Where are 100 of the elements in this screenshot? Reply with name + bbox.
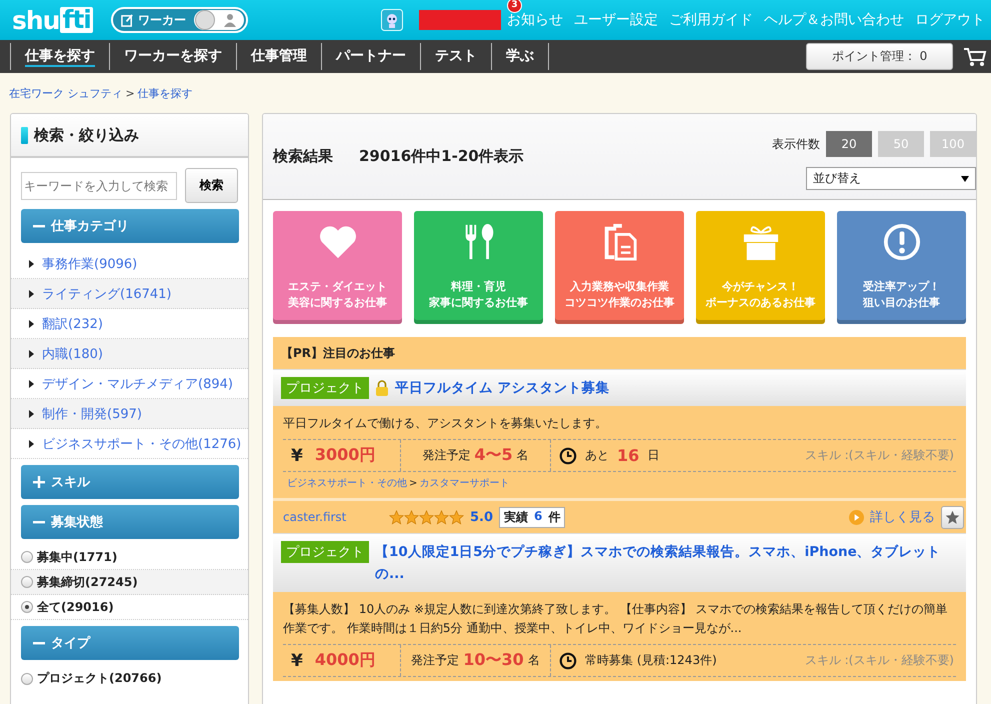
category-link[interactable]: ビジネスサポート・その他	[287, 476, 407, 490]
filter-section-header[interactable]: 募集状態	[21, 505, 239, 539]
nav-tab[interactable]: 仕事管理	[236, 43, 321, 70]
nav-tab[interactable]: 学ぶ	[491, 43, 549, 70]
edit-icon	[120, 14, 134, 26]
header-link[interactable]: ユーザー設定	[574, 11, 658, 29]
filter-section-header[interactable]: スキル	[21, 465, 239, 499]
filter-section-header[interactable]: 仕事カテゴリ	[21, 209, 239, 243]
toggle-knob[interactable]	[194, 10, 215, 30]
caret-icon	[961, 176, 969, 182]
category-link[interactable]: 事務作業(9096)	[42, 254, 138, 272]
header-link[interactable]: ご利用ガイド	[669, 11, 753, 29]
radio-label: 全て(29016)	[37, 598, 114, 616]
favorite-button[interactable]	[941, 506, 964, 528]
accent-bar-icon	[21, 126, 28, 144]
category-link[interactable]: ビジネスサポート・その他(1276)	[42, 434, 242, 452]
header-link[interactable]: お知らせ	[507, 11, 563, 29]
exclamation-icon	[882, 223, 920, 261]
tile-label: 今がチャンス！	[722, 279, 799, 295]
breadcrumb-link[interactable]: 在宅ワーク シュフティ	[9, 86, 122, 100]
order-label: 発注予定	[411, 652, 460, 669]
tile-label: コツコツ作業のお仕事	[564, 295, 674, 311]
deadline-suffix: 日	[647, 447, 660, 464]
nav-tab[interactable]: ワーカーを探す	[109, 43, 236, 70]
radio-button[interactable]	[21, 551, 33, 563]
star-icon	[945, 510, 960, 524]
rating-value: 5.0	[470, 510, 494, 524]
expand-toggle-icon	[33, 476, 45, 488]
nav-tab[interactable]: パートナー	[321, 43, 420, 70]
triangle-icon	[29, 290, 34, 298]
breadcrumb-separator: >	[126, 86, 135, 100]
cart-icon[interactable]	[963, 46, 987, 66]
job-title-link[interactable]: 【10人限定1日5分でプチ稼ぎ】スマホでの検索結果報告。スマホ、iPhone、タブレットの...	[375, 541, 958, 585]
play-icon	[849, 510, 864, 524]
category-link[interactable]: 翻訳(232)	[42, 314, 103, 332]
tile-label: ボーナスのあるお仕事	[706, 295, 816, 311]
per-page-button[interactable]: 20	[826, 131, 872, 157]
triangle-icon	[29, 380, 34, 388]
tile-label: 入力業務や収集作業	[570, 279, 669, 295]
robot-avatar-icon[interactable]	[381, 9, 403, 31]
category-tile[interactable]: 入力業務や収集作業 コツコツ作業のお仕事	[555, 211, 684, 324]
nav-tab[interactable]: 仕事を探す	[10, 43, 109, 70]
keyword-field[interactable]: キーワードを入力して検索	[21, 172, 177, 200]
currency-sign: ¥	[291, 446, 303, 466]
skill-text: スキル :(スキル・経験不要)	[804, 447, 955, 464]
clock-icon	[559, 446, 577, 464]
triangle-icon	[29, 260, 34, 268]
person-icon	[224, 13, 236, 27]
radio-button[interactable]	[21, 576, 33, 588]
breadcrumb-link[interactable]: 仕事を探す	[138, 86, 193, 100]
radio-button[interactable]	[21, 601, 33, 613]
triangle-icon	[29, 440, 34, 448]
tile-label: 家事に関するお仕事	[429, 295, 528, 311]
skill-text: スキル :(スキル・経験不要)	[804, 652, 955, 669]
per-page-label: 表示件数	[772, 136, 820, 152]
logo[interactable]: shufti	[12, 6, 93, 34]
header-link[interactable]: ヘルプ＆お問い合わせ	[764, 11, 904, 29]
search-button[interactable]: 検索	[185, 168, 238, 203]
currency-sign: ¥	[291, 650, 303, 670]
sort-dropdown[interactable]: 並び替え	[806, 167, 976, 190]
order-unit: 名	[516, 447, 529, 464]
mode-toggle[interactable]: ワーカー	[110, 7, 248, 33]
job-type-badge: プロジェクト	[281, 377, 369, 399]
star-icon	[449, 510, 464, 524]
details-link[interactable]: 詳しく見る	[870, 508, 935, 526]
tile-label: 料理・育児	[451, 279, 506, 295]
tile-label: 美容に関するお仕事	[288, 295, 387, 311]
filter-section-header[interactable]: タイプ	[21, 626, 239, 660]
job-title-link[interactable]: 平日フルタイム アシスタント募集	[395, 377, 610, 399]
category-link[interactable]: デザイン・マルチメディア(894)	[42, 374, 233, 392]
header-link[interactable]: ログアウト	[915, 11, 985, 29]
category-tile[interactable]: エステ・ダイエット 美容に関するお仕事	[273, 211, 402, 324]
record-badge: 実績 6 件	[499, 506, 566, 528]
category-tile[interactable]: 料理・育児 家事に関するお仕事	[414, 211, 543, 324]
tile-label: エステ・ダイエット	[288, 279, 387, 295]
triangle-icon	[29, 410, 34, 418]
job-type-badge: プロジェクト	[281, 541, 369, 563]
star-icon	[404, 510, 419, 524]
pr-heading: 【PR】注目のお仕事	[280, 345, 396, 362]
deadline-text: 常時募集 (見積:1243件)	[585, 652, 717, 669]
star-icon	[419, 510, 434, 524]
radio-label: 募集締切(27245)	[37, 574, 138, 590]
radio-button[interactable]	[21, 672, 33, 684]
category-tile[interactable]: 受注率アップ！ 狙い目のお仕事	[837, 211, 966, 324]
triangle-icon	[29, 320, 34, 328]
triangle-icon	[29, 350, 34, 358]
clock-icon	[559, 652, 577, 670]
radio-label: プロジェクト(20766)	[37, 670, 162, 687]
client-link[interactable]: caster.first	[283, 510, 383, 524]
deadline-prefix: あと	[585, 447, 609, 464]
job-price: 4000円	[314, 650, 376, 671]
sidebar-title: 検索・絞り込み	[34, 126, 139, 144]
deadline-days: 16	[617, 446, 640, 465]
nav-tab[interactable]: テスト	[420, 43, 491, 70]
radio-label: 募集中(1771)	[37, 548, 118, 566]
order-count: 4〜5	[474, 445, 513, 466]
points-button[interactable]: ポイント管理： 0	[806, 43, 953, 70]
category-link[interactable]: カスタマーサポート	[419, 476, 510, 490]
category-link[interactable]: 内職(180)	[42, 344, 103, 362]
job-price: 3000円	[314, 445, 376, 466]
